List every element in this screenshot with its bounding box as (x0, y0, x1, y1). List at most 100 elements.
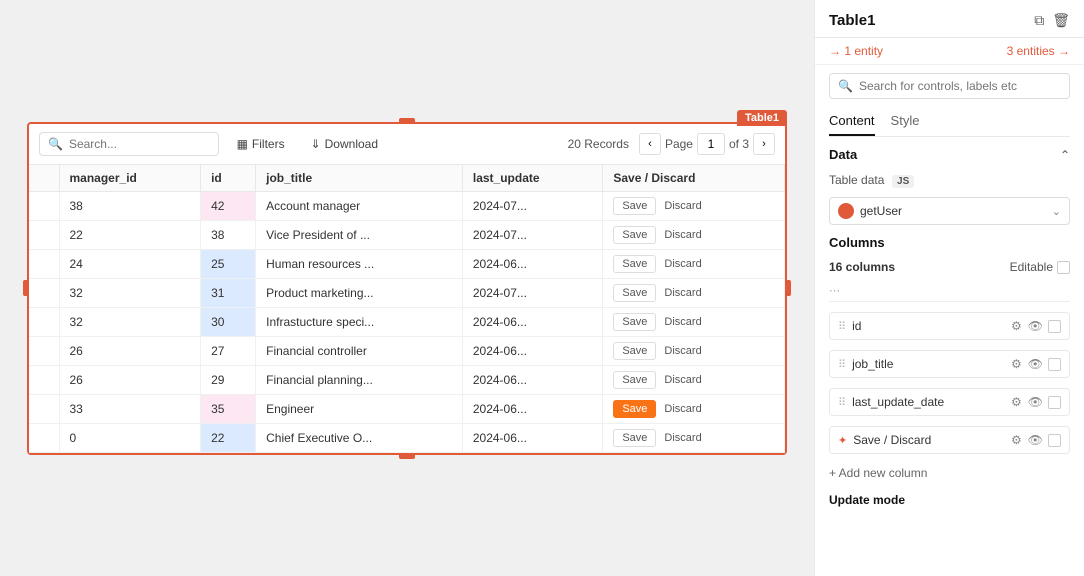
resize-handle-bottom[interactable] (399, 453, 415, 459)
resize-handle-top[interactable] (399, 118, 415, 124)
search-box[interactable]: 🔍 (39, 132, 219, 156)
col-check-save-discard[interactable] (1048, 434, 1061, 447)
col-check-id[interactable] (1048, 320, 1061, 333)
data-section-chevron[interactable]: ⌃ (1060, 148, 1070, 162)
row-job-title: Engineer (256, 394, 463, 423)
row-manager-id: 24 (59, 249, 201, 278)
col-check-job-title[interactable] (1048, 358, 1061, 371)
tab-style[interactable]: Style (891, 107, 920, 136)
row-checkbox (29, 191, 59, 220)
row-save-discard: SaveDiscard (603, 423, 785, 452)
next-page-button[interactable]: › (753, 133, 775, 155)
entity-right: 3 entities → (1007, 44, 1070, 58)
col-icons-last-update: ⚙ 👁 (1010, 394, 1061, 410)
row-last-update: 2024-06... (462, 336, 602, 365)
row-job-title: Infrastucture speci... (256, 307, 463, 336)
row-id: 35 (201, 394, 256, 423)
drag-handle-job-title[interactable]: ⠿ (838, 358, 846, 371)
save-button[interactable]: Save (613, 284, 656, 302)
drag-handle-save-discard[interactable]: ✦ (838, 434, 847, 447)
col-visibility-last-update[interactable]: 👁 (1027, 394, 1044, 410)
col-settings-job-title[interactable]: ⚙ (1010, 356, 1023, 372)
save-button[interactable]: Save (613, 255, 656, 273)
row-job-title: Chief Executive O... (256, 423, 463, 452)
download-label: Download (325, 137, 378, 151)
row-last-update: 2024-06... (462, 307, 602, 336)
col-visibility-id[interactable]: 👁 (1027, 318, 1044, 334)
update-mode-section: Update mode (815, 492, 1084, 517)
table-toolbar: 🔍 ▦ Filters ⇓ Download 20 Records ‹ Page… (29, 124, 785, 165)
tabs-row: Content Style (829, 107, 1070, 137)
save-button[interactable]: Save (613, 400, 656, 418)
right-search[interactable]: 🔍 (829, 73, 1070, 99)
right-search-icon: 🔍 (838, 79, 853, 93)
table-row: 2425Human resources ...2024-06...SaveDis… (29, 249, 785, 278)
row-save-discard: SaveDiscard (603, 365, 785, 394)
right-title: Table1 (829, 12, 875, 29)
drag-handle-last-update[interactable]: ⠿ (838, 396, 846, 409)
row-save-discard: SaveDiscard (603, 220, 785, 249)
row-last-update: 2024-07... (462, 191, 602, 220)
datasource-select[interactable]: getUser ⌄ (829, 197, 1070, 225)
prev-page-button[interactable]: ‹ (639, 133, 661, 155)
editable-checkbox[interactable] (1057, 261, 1070, 274)
add-column-button[interactable]: + Add new column (829, 464, 1070, 482)
editable-text: Editable (1010, 260, 1053, 274)
col-settings-last-update[interactable]: ⚙ (1010, 394, 1023, 410)
col-settings-save-discard[interactable]: ⚙ (1010, 432, 1023, 448)
search-input[interactable] (69, 137, 210, 151)
save-button[interactable]: Save (613, 197, 656, 215)
save-button[interactable]: Save (613, 226, 656, 244)
table-body: 3842Account manager2024-07...SaveDiscard… (29, 191, 785, 452)
filters-label: Filters (252, 137, 285, 151)
row-checkbox (29, 307, 59, 336)
resize-handle-left[interactable] (23, 280, 29, 296)
row-manager-id: 33 (59, 394, 201, 423)
col-visibility-save-discard[interactable]: 👁 (1027, 432, 1044, 448)
page-input[interactable] (697, 133, 725, 155)
resize-handle-right[interactable] (785, 280, 791, 296)
save-button[interactable]: Save (613, 371, 656, 389)
discard-button[interactable]: Discard (660, 227, 705, 243)
row-checkbox (29, 423, 59, 452)
discard-button[interactable]: Discard (660, 343, 705, 359)
tab-content[interactable]: Content (829, 107, 875, 136)
table-row: 2627Financial controller2024-06...SaveDi… (29, 336, 785, 365)
row-id: 29 (201, 365, 256, 394)
update-mode-label: Update mode (829, 493, 905, 507)
download-button[interactable]: ⇓ Download (303, 133, 386, 155)
copy-icon-button[interactable]: ⧉ (1034, 12, 1044, 29)
row-id: 42 (201, 191, 256, 220)
discard-button[interactable]: Discard (660, 401, 705, 417)
row-manager-id: 32 (59, 307, 201, 336)
col-check-last-update[interactable] (1048, 396, 1061, 409)
row-manager-id: 32 (59, 278, 201, 307)
save-button[interactable]: Save (613, 429, 656, 447)
right-header: Table1 ⧉ 🗑 (815, 0, 1084, 38)
drag-handle-id[interactable]: ⠿ (838, 320, 846, 333)
discard-button[interactable]: Discard (660, 198, 705, 214)
col-visibility-job-title[interactable]: 👁 (1027, 356, 1044, 372)
right-header-icons: ⧉ 🗑 (1034, 12, 1070, 29)
filters-button[interactable]: ▦ Filters (229, 133, 293, 155)
delete-icon-button[interactable]: 🗑 (1052, 12, 1070, 29)
discard-button[interactable]: Discard (660, 285, 705, 301)
discard-button[interactable]: Discard (660, 430, 705, 446)
editable-label: Editable (1010, 260, 1070, 274)
save-button[interactable]: Save (613, 342, 656, 360)
discard-button[interactable]: Discard (660, 372, 705, 388)
table-row: 3230Infrastucture speci...2024-06...Save… (29, 307, 785, 336)
col-header-last-update: last_update (462, 165, 602, 192)
columns-header: Columns (829, 235, 1070, 250)
right-search-input[interactable] (859, 79, 1061, 93)
row-manager-id: 0 (59, 423, 201, 452)
row-job-title: Human resources ... (256, 249, 463, 278)
discard-button[interactable]: Discard (660, 256, 705, 272)
save-button[interactable]: Save (613, 313, 656, 331)
discard-button[interactable]: Discard (660, 314, 705, 330)
col-settings-id[interactable]: ⚙ (1010, 318, 1023, 334)
row-id: 25 (201, 249, 256, 278)
filter-icon: ▦ (237, 137, 248, 151)
entity-row: → 1 entity 3 entities → (815, 38, 1084, 65)
columns-count: 16 columns (829, 260, 895, 274)
